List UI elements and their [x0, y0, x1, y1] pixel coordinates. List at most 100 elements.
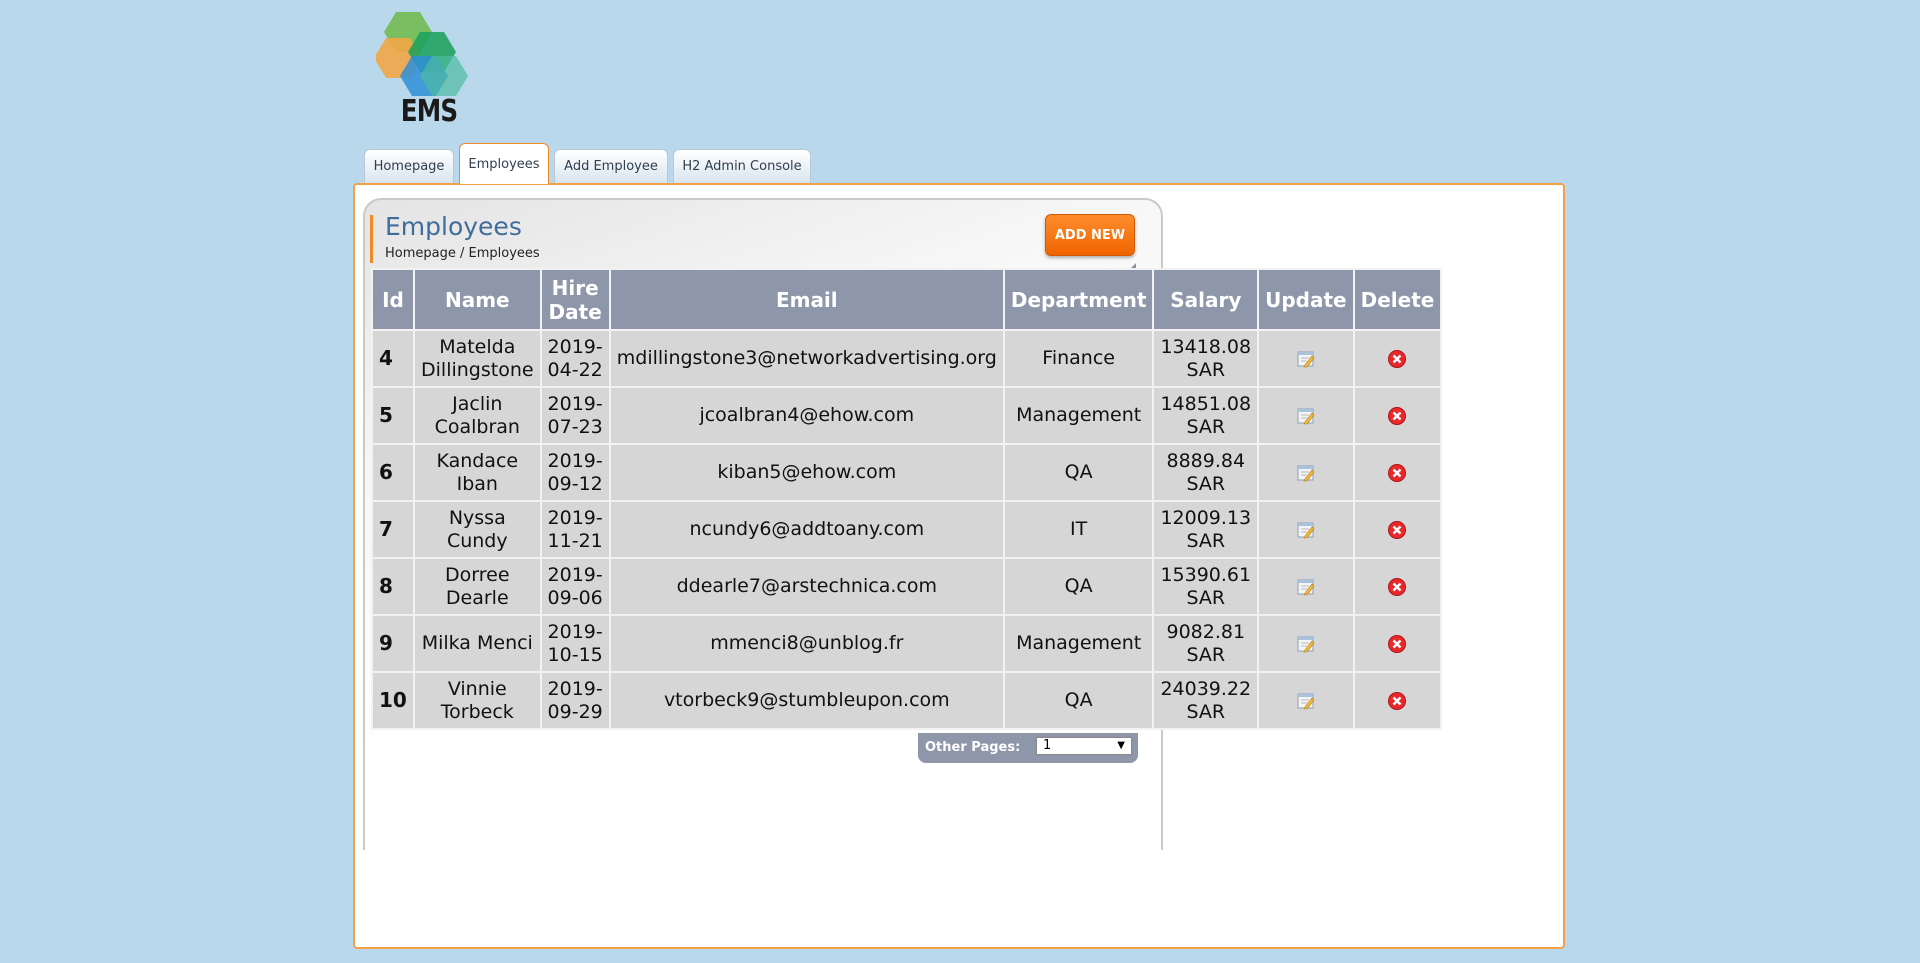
breadcrumb: Homepage / Employees: [385, 246, 540, 261]
cell-hire-date: 2019-11-21: [539, 500, 611, 559]
cell-salary: 8889.84 SAR: [1152, 443, 1260, 502]
header-department: Department: [1002, 268, 1155, 331]
cell-update: [1257, 386, 1355, 445]
cell-email: ddearle7@arstechnica.com: [608, 557, 1005, 616]
cell-department: Management: [1002, 386, 1155, 445]
cell-id: 5: [371, 386, 415, 445]
edit-icon[interactable]: [1297, 350, 1315, 368]
chevron-down-icon: ▼: [1117, 740, 1125, 751]
header-name: Name: [413, 268, 542, 331]
cell-update: [1257, 500, 1355, 559]
cell-delete: [1352, 386, 1443, 445]
header-hire-date: Hire Date: [539, 268, 611, 331]
tab-homepage[interactable]: Homepage: [364, 149, 454, 183]
cell-id: 6: [371, 443, 415, 502]
cell-update: [1257, 614, 1355, 673]
delete-icon[interactable]: [1387, 463, 1407, 483]
cell-email: kiban5@ehow.com: [608, 443, 1005, 502]
cell-name: Kandace Iban: [413, 443, 542, 502]
cell-department: QA: [1002, 671, 1155, 730]
breadcrumb-homepage[interactable]: Homepage: [385, 246, 456, 261]
cell-hire-date: 2019-09-12: [539, 443, 611, 502]
cell-delete: [1352, 329, 1443, 388]
table-row: 7 Nyssa Cundy 2019-11-21 ncundy6@addtoany.c…: [371, 500, 1443, 559]
cell-hire-date: 2019-09-06: [539, 557, 611, 616]
cell-hire-date: 2019-04-22: [539, 329, 611, 388]
cell-email: mdillingstone3@networkadvertising.org: [608, 329, 1005, 388]
cell-delete: [1352, 671, 1443, 730]
cell-delete: [1352, 557, 1443, 616]
add-new-button[interactable]: ADD NEW: [1045, 214, 1135, 256]
header-delete: Delete: [1352, 268, 1443, 331]
pager-label: Other Pages:: [925, 740, 1021, 755]
cell-hire-date: 2019-09-29: [539, 671, 611, 730]
cell-department: QA: [1002, 443, 1155, 502]
pager: Other Pages: 1 ▼: [918, 733, 1138, 763]
cell-department: Finance: [1002, 329, 1155, 388]
page-title: Employees: [385, 212, 522, 241]
cell-delete: [1352, 500, 1443, 559]
cell-department: QA: [1002, 557, 1155, 616]
cell-update: [1257, 557, 1355, 616]
cell-department: Management: [1002, 614, 1155, 673]
cell-id: 4: [371, 329, 415, 388]
cell-delete: [1352, 614, 1443, 673]
cell-salary: 12009.13 SAR: [1152, 500, 1260, 559]
delete-icon[interactable]: [1387, 349, 1407, 369]
cell-id: 8: [371, 557, 415, 616]
table-row: 5 Jaclin Coalbran 2019-07-23 jcoalbran4@eho…: [371, 386, 1443, 445]
tab-employees[interactable]: Employees: [459, 143, 549, 184]
breadcrumb-separator: /: [455, 246, 469, 261]
delete-icon[interactable]: [1387, 634, 1407, 654]
cell-id: 7: [371, 500, 415, 559]
cell-update: [1257, 443, 1355, 502]
delete-icon[interactable]: [1387, 520, 1407, 540]
cell-name: Jaclin Coalbran: [413, 386, 542, 445]
cell-salary: 15390.61 SAR: [1152, 557, 1260, 616]
edit-icon[interactable]: [1297, 692, 1315, 710]
table-row: 8 Dorree Dearle 2019-09-06 ddearle7@arstech…: [371, 557, 1443, 616]
cell-salary: 13418.08 SAR: [1152, 329, 1260, 388]
cell-email: jcoalbran4@ehow.com: [608, 386, 1005, 445]
table-row: 4 Matelda Dillingstone 2019-04-22 mdillings…: [371, 329, 1443, 388]
table-row: 6 Kandace Iban 2019-09-12 kiban5@ehow.com QA…: [371, 443, 1443, 502]
cell-name: Matelda Dillingstone: [413, 329, 542, 388]
cell-name: Nyssa Cundy: [413, 500, 542, 559]
page-select-value: 1: [1043, 738, 1052, 753]
header-salary: Salary: [1152, 268, 1260, 331]
cell-hire-date: 2019-10-15: [539, 614, 611, 673]
breadcrumb-employees: Employees: [468, 246, 540, 261]
cell-email: mmenci8@unblog.fr: [608, 614, 1005, 673]
cell-salary: 14851.08 SAR: [1152, 386, 1260, 445]
title-accent-bar: [370, 215, 373, 263]
table-header-row: Id Name Hire Date Email Department Salar…: [371, 268, 1443, 331]
cell-hire-date: 2019-07-23: [539, 386, 611, 445]
table-row: 10 Vinnie Torbeck 2019-09-29 vtorbeck9@stum…: [371, 671, 1443, 730]
edit-icon[interactable]: [1297, 635, 1315, 653]
page-select[interactable]: 1 ▼: [1036, 737, 1132, 755]
delete-icon[interactable]: [1387, 577, 1407, 597]
cell-email: vtorbeck9@stumbleupon.com: [608, 671, 1005, 730]
delete-icon[interactable]: [1387, 691, 1407, 711]
cell-update: [1257, 329, 1355, 388]
edit-icon[interactable]: [1297, 521, 1315, 539]
logo-text: EMS: [400, 94, 458, 129]
cell-name: Vinnie Torbeck: [413, 671, 542, 730]
delete-icon[interactable]: [1387, 406, 1407, 426]
cell-id: 9: [371, 614, 415, 673]
edit-icon[interactable]: [1297, 464, 1315, 482]
header-update: Update: [1257, 268, 1355, 331]
employees-table: Id Name Hire Date Email Department Salar…: [371, 268, 1443, 730]
cell-salary: 9082.81 SAR: [1152, 614, 1260, 673]
cell-department: IT: [1002, 500, 1155, 559]
edit-icon[interactable]: [1297, 407, 1315, 425]
cell-name: Milka Menci: [413, 614, 542, 673]
cell-update: [1257, 671, 1355, 730]
edit-icon[interactable]: [1297, 578, 1315, 596]
cell-name: Dorree Dearle: [413, 557, 542, 616]
tab-h2-admin-console[interactable]: H2 Admin Console: [673, 149, 811, 183]
table-row: 9 Milka Menci 2019-10-15 mmenci8@unblog.fr M…: [371, 614, 1443, 673]
cell-email: ncundy6@addtoany.com: [608, 500, 1005, 559]
tab-add-employee[interactable]: Add Employee: [554, 149, 668, 183]
cell-salary: 24039.22 SAR: [1152, 671, 1260, 730]
